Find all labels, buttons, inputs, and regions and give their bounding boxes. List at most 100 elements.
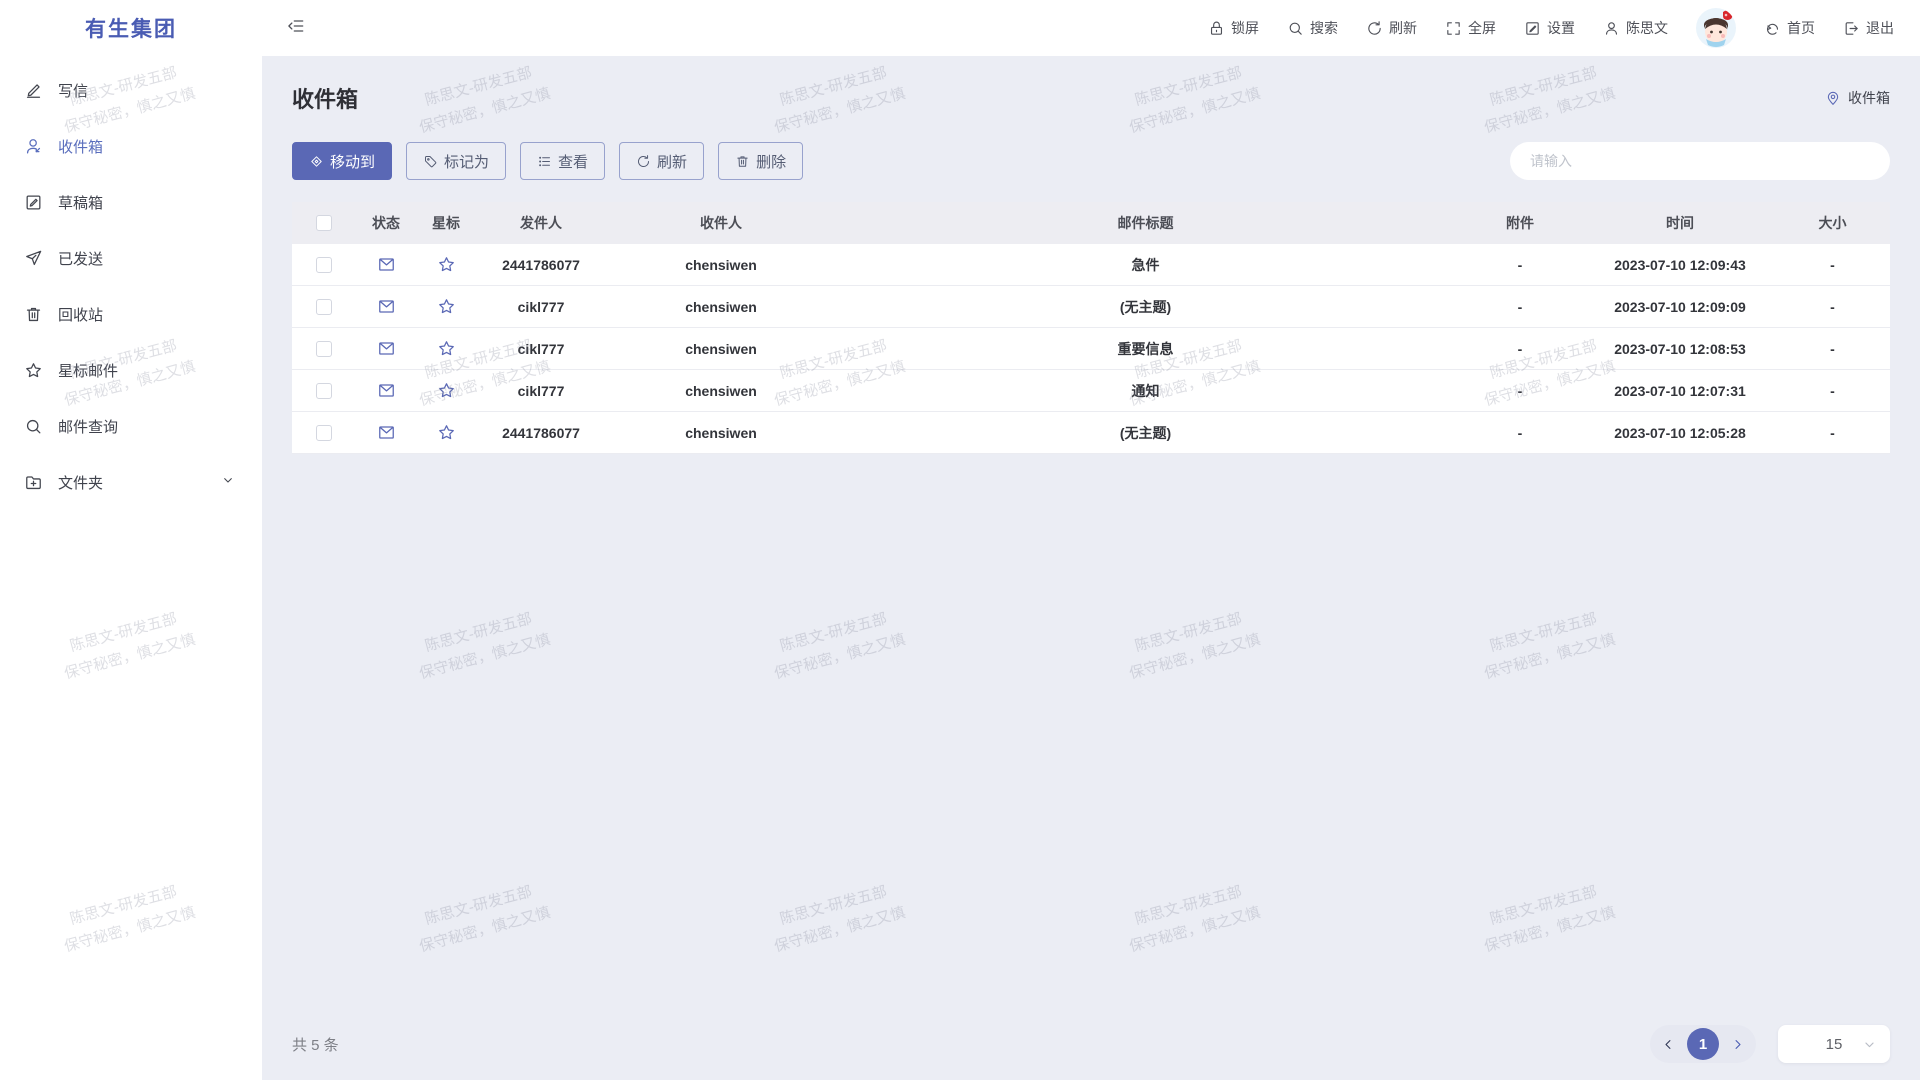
table-row[interactable]: cikl777 chensiwen 通知 - 2023-07-10 12:07:… xyxy=(292,370,1890,412)
search-input[interactable] xyxy=(1510,142,1890,180)
row-attachment: - xyxy=(1455,257,1585,273)
row-recipient: chensiwen xyxy=(606,341,836,357)
toolbar: 移动到标记为查看刷新删除 xyxy=(292,142,1890,180)
row-checkbox[interactable] xyxy=(316,383,332,399)
row-checkbox-cell xyxy=(292,383,356,399)
row-attachment: - xyxy=(1455,341,1585,357)
table-row[interactable]: 2441786077 chensiwen (无主题) - 2023-07-10 … xyxy=(292,412,1890,454)
sidebar-item-6[interactable]: 邮件查询 xyxy=(0,398,262,454)
row-attachment: - xyxy=(1455,425,1585,441)
col-subject: 邮件标题 xyxy=(836,213,1455,233)
home-icon xyxy=(1764,20,1781,37)
toolbar-button-2[interactable]: 查看 xyxy=(520,142,605,180)
row-recipient: chensiwen xyxy=(606,425,836,441)
row-sender: cikl777 xyxy=(476,341,606,357)
main-panel: 收件箱 收件箱 移动到标记为查看刷新删除 状态 星标 发件人 收件人 邮件标题 … xyxy=(262,56,1920,1080)
topbar-menu: 锁屏 搜索 刷新 全屏 设置 陈思文 首页 退出 xyxy=(1208,8,1920,48)
next-page-icon[interactable] xyxy=(1729,1036,1746,1053)
topbar-item-4[interactable]: 设置 xyxy=(1524,18,1575,38)
star-icon[interactable] xyxy=(437,423,456,442)
sidebar-item-label: 收件箱 xyxy=(58,136,103,157)
table-row[interactable]: 2441786077 chensiwen 急件 - 2023-07-10 12:… xyxy=(292,244,1890,286)
topbar-item-0[interactable]: 锁屏 xyxy=(1208,18,1259,38)
col-size: 大小 xyxy=(1775,213,1890,233)
row-subject: 重要信息 xyxy=(836,339,1455,359)
pagination: 1 15 xyxy=(1650,1025,1890,1063)
user-avatar[interactable] xyxy=(1696,8,1736,48)
row-checkbox[interactable] xyxy=(316,341,332,357)
page-size-value: 15 xyxy=(1826,1036,1843,1053)
sidebar: 写信收件箱草稿箱已发送回收站星标邮件邮件查询文件夹 xyxy=(0,56,262,1080)
row-attachment: - xyxy=(1455,383,1585,399)
toolbar-button-0[interactable]: 移动到 xyxy=(292,142,392,180)
sidebar-item-4[interactable]: 回收站 xyxy=(0,286,262,342)
sidebar-item-7[interactable]: 文件夹 xyxy=(0,454,262,510)
pager: 1 xyxy=(1650,1025,1756,1063)
row-size: - xyxy=(1775,257,1890,273)
star-icon[interactable] xyxy=(437,339,456,358)
row-star-cell xyxy=(416,255,476,274)
page-size-select[interactable]: 15 xyxy=(1778,1025,1890,1063)
star-icon[interactable] xyxy=(437,297,456,316)
row-checkbox-cell xyxy=(292,299,356,315)
sidebar-item-label: 邮件查询 xyxy=(58,416,118,437)
topbar-item-1[interactable]: 搜索 xyxy=(1287,18,1338,38)
row-star-cell xyxy=(416,381,476,400)
star-icon[interactable] xyxy=(437,381,456,400)
refresh-icon xyxy=(636,154,651,169)
row-status-cell xyxy=(356,255,416,274)
sidebar-item-2[interactable]: 草稿箱 xyxy=(0,174,262,230)
main-header: 收件箱 收件箱 xyxy=(292,56,1890,114)
page-number-button[interactable]: 1 xyxy=(1687,1028,1719,1060)
row-size: - xyxy=(1775,341,1890,357)
toolbar-button-1[interactable]: 标记为 xyxy=(406,142,506,180)
sidebar-collapse-icon[interactable] xyxy=(286,16,306,41)
col-sender: 发件人 xyxy=(476,213,606,233)
row-time: 2023-07-10 12:09:43 xyxy=(1585,257,1775,273)
sidebar-item-1[interactable]: 收件箱 xyxy=(0,118,262,174)
select-all-checkbox[interactable] xyxy=(316,215,332,231)
header-checkbox-cell xyxy=(292,215,356,231)
row-recipient: chensiwen xyxy=(606,383,836,399)
row-star-cell xyxy=(416,423,476,442)
table-row[interactable]: cikl777 chensiwen 重要信息 - 2023-07-10 12:0… xyxy=(292,328,1890,370)
fullscreen-icon xyxy=(1445,20,1462,37)
envelope-icon xyxy=(377,297,396,316)
row-checkbox[interactable] xyxy=(316,425,332,441)
sidebar-item-0[interactable]: 写信 xyxy=(0,62,262,118)
row-checkbox[interactable] xyxy=(316,299,332,315)
sidebar-item-label: 已发送 xyxy=(58,248,103,269)
prev-page-icon[interactable] xyxy=(1660,1036,1677,1053)
topbar-item-5[interactable]: 陈思文 xyxy=(1603,18,1668,38)
sidebar-item-label: 草稿箱 xyxy=(58,192,103,213)
pin-icon xyxy=(1825,90,1841,106)
row-attachment: - xyxy=(1455,299,1585,315)
toolbar-button-4[interactable]: 删除 xyxy=(718,142,803,180)
row-checkbox[interactable] xyxy=(316,257,332,273)
col-recipient: 收件人 xyxy=(606,213,836,233)
row-time: 2023-07-10 12:05:28 xyxy=(1585,425,1775,441)
topbar: 有生集团 锁屏搜索刷新全屏设置陈思文 首页退出 xyxy=(0,0,1920,56)
toolbar-button-3[interactable]: 刷新 xyxy=(619,142,704,180)
sidebar-item-5[interactable]: 星标邮件 xyxy=(0,342,262,398)
chevron-down-icon xyxy=(220,472,236,488)
topbar-item-2[interactable]: 刷新 xyxy=(1366,18,1417,38)
topbar-session-item-1[interactable]: 退出 xyxy=(1843,18,1894,38)
row-status-cell xyxy=(356,381,416,400)
row-size: - xyxy=(1775,383,1890,399)
topbar-item-3[interactable]: 全屏 xyxy=(1445,18,1496,38)
sidebar-item-label: 文件夹 xyxy=(58,472,103,493)
row-size: - xyxy=(1775,299,1890,315)
row-size: - xyxy=(1775,425,1890,441)
sidebar-item-3[interactable]: 已发送 xyxy=(0,230,262,286)
table-row[interactable]: cikl777 chensiwen (无主题) - 2023-07-10 12:… xyxy=(292,286,1890,328)
row-checkbox-cell xyxy=(292,341,356,357)
envelope-icon xyxy=(377,423,396,442)
table-header: 状态 星标 发件人 收件人 邮件标题 附件 时间 大小 xyxy=(292,202,1890,244)
chevron-left-icon xyxy=(1660,1036,1677,1053)
breadcrumb-label: 收件箱 xyxy=(1848,88,1890,108)
topbar-session-item-0[interactable]: 首页 xyxy=(1764,18,1815,38)
row-sender: 2441786077 xyxy=(476,257,606,273)
topbar-item-label: 首页 xyxy=(1787,18,1815,38)
star-icon[interactable] xyxy=(437,255,456,274)
